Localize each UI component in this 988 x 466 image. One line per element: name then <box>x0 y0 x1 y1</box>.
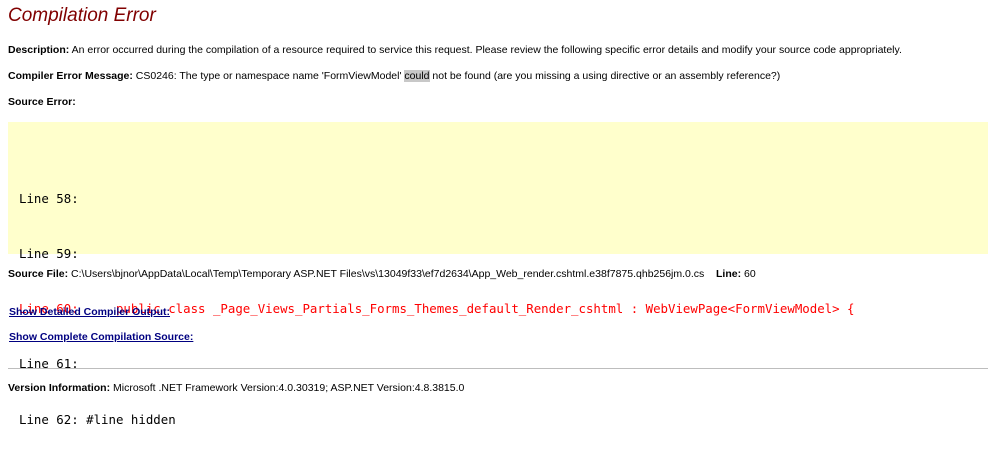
source-line-label: Line: <box>715 268 742 280</box>
code-line-61: Line 61: <box>19 356 79 372</box>
divider <box>8 368 988 369</box>
source-code-block: Line 58: Line 59: Line 60: public class … <box>8 122 988 427</box>
show-detailed-compiler-output-link[interactable]: Show Detailed Compiler Output: <box>9 306 170 318</box>
description-text: An error occurred during the compilation… <box>69 44 902 56</box>
source-file-label: Source File: <box>8 268 69 280</box>
compiler-error-message-row: Compiler Error Message: CS0246: The type… <box>8 70 780 82</box>
description-label: Description: <box>8 44 70 56</box>
description-row: Description: An error occurred during th… <box>8 44 902 56</box>
show-complete-compilation-source-link[interactable]: Show Complete Compilation Source: <box>9 331 193 343</box>
source-file-row: Source File: C:\Users\bjnor\AppData\Loca… <box>8 268 756 280</box>
version-information-row: Version Information: Microsoft .NET Fram… <box>8 382 464 394</box>
source-error-heading: Source Error: <box>8 96 76 108</box>
source-error-label: Source Error: <box>8 96 76 108</box>
source-file-path: C:\Users\bjnor\AppData\Local\Temp\Tempor… <box>68 268 705 280</box>
version-label: Version Information: <box>8 382 111 394</box>
code-line-58: Line 58: <box>19 190 79 206</box>
compiler-error-text-after: not be found (are you missing a using di… <box>429 70 781 82</box>
compiler-error-highlight: could <box>404 70 430 82</box>
compiler-error-label: Compiler Error Message: <box>8 70 133 82</box>
source-line-number: 60 <box>741 268 756 280</box>
code-line-59: Line 59: <box>19 246 79 262</box>
compiler-error-text-before: CS0246: The type or namespace name 'Form… <box>132 70 405 82</box>
page-title: Compilation Error <box>8 5 156 26</box>
version-text: Microsoft .NET Framework Version:4.0.303… <box>110 382 465 394</box>
code-line-62: Line 62: #line hidden <box>19 411 176 427</box>
